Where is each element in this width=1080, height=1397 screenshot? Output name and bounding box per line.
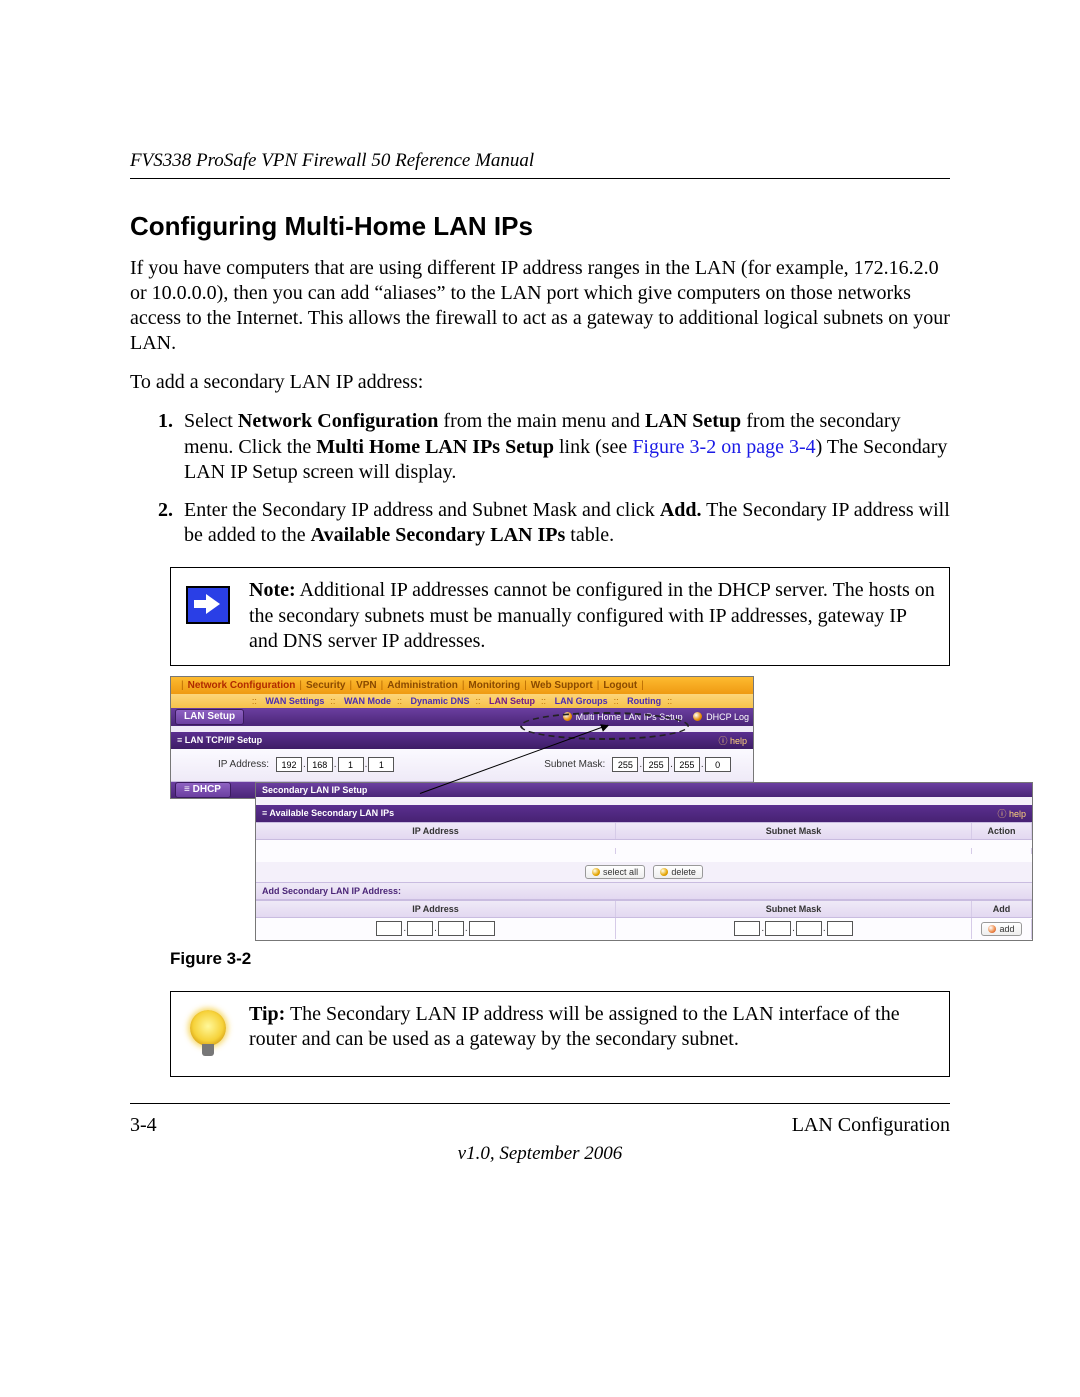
tab-lan-setup[interactable]: LAN Setup [175,709,244,725]
section-secondary-lan-ip: Secondary LAN IP Setup [256,783,1032,797]
help-link[interactable]: ⓘ help [718,734,747,747]
mask-octet-1[interactable] [612,757,638,772]
subnav-routing[interactable]: Routing [627,696,661,706]
lightbulb-icon [188,1010,228,1058]
lead-in: To add a secondary LAN IP address: [130,370,950,395]
intro-paragraph: If you have computers that are using dif… [130,256,950,356]
mask-octet-2[interactable] [643,757,669,772]
bullet-icon [693,712,702,721]
ip-octet-3[interactable] [338,757,364,772]
running-header: FVS338 ProSafe VPN Firewall 50 Reference… [130,150,950,179]
link-multi-home-lan-ips[interactable]: Multi Home LAN IPs Setup [576,712,683,722]
note-arrow-icon [186,586,230,624]
link-dhcp-log[interactable]: DHCP Log [706,712,749,722]
add-ip-octet[interactable] [376,921,402,936]
add-ip-octet[interactable] [469,921,495,936]
add-button[interactable]: add [981,922,1021,936]
col-subnet-mask: Subnet Mask [616,823,972,839]
col-ip-address: IP Address [256,823,616,839]
add-mask-octet[interactable] [827,921,853,936]
page-number: 3-4 [130,1114,157,1137]
table-row [256,840,1032,862]
ip-octet-2[interactable] [307,757,333,772]
figure-3-2: | Network Configuration| Security| VPN| … [170,676,950,941]
col-subnet-mask: Subnet Mask [616,901,972,917]
add-mask-octet[interactable] [765,921,791,936]
figure-xref[interactable]: Figure 3-2 on page 3-4 [632,436,815,458]
subnav-lan-setup[interactable]: LAN Setup [489,696,535,706]
nav-logout[interactable]: Logout [603,680,637,691]
nav-network-configuration[interactable]: Network Configuration [188,680,296,691]
section-heading: Configuring Multi-Home LAN IPs [130,211,950,242]
nav-web-support[interactable]: Web Support [531,680,593,691]
bullet-icon [563,712,572,721]
delete-button[interactable]: delete [653,865,703,879]
col-action: Action [972,823,1032,839]
section-available-secondary: ≡ Available Secondary LAN IPs [262,808,394,818]
subnav-dynamic-dns[interactable]: Dynamic DNS [410,696,469,706]
running-footer-right: LAN Configuration [792,1114,950,1137]
add-ip-octet[interactable] [438,921,464,936]
col-ip-address: IP Address [256,901,616,917]
nav-monitoring[interactable]: Monitoring [468,680,520,691]
main-nav: | Network Configuration| Security| VPN| … [171,677,753,694]
tip-callout: Tip: The Secondary LAN IP address will b… [170,991,950,1077]
section-lan-tcpip-title: ≡ LAN TCP/IP Setup [177,735,262,745]
step-2: Enter the Secondary IP address and Subne… [178,498,950,549]
add-ip-octet[interactable] [407,921,433,936]
ip-octet-1[interactable] [276,757,302,772]
step-1: Select Network Configuration from the ma… [178,409,950,486]
subnav-wan-mode[interactable]: WAN Mode [344,696,391,706]
nav-security[interactable]: Security [306,680,345,691]
mask-octet-3[interactable] [674,757,700,772]
add-mask-octet[interactable] [734,921,760,936]
subnav-lan-groups[interactable]: LAN Groups [555,696,608,706]
doc-version: v1.0, September 2006 [130,1143,950,1165]
help-link[interactable]: ⓘ help [997,807,1026,820]
nav-administration[interactable]: Administration [387,680,458,691]
add-mask-octet[interactable] [796,921,822,936]
select-all-button[interactable]: select all [585,865,645,879]
nav-vpn[interactable]: VPN [356,680,377,691]
col-add: Add [972,901,1032,917]
add-secondary-label: Add Secondary LAN IP Address: [256,882,1032,900]
ip-address-label: IP Address: [179,759,275,770]
subnav-wan-settings[interactable]: WAN Settings [265,696,324,706]
mask-octet-4[interactable] [705,757,731,772]
note-callout: Note: Additional IP addresses cannot be … [170,567,950,666]
tab-dhcp[interactable]: ≡ DHCP [175,782,231,798]
ip-octet-4[interactable] [368,757,394,772]
figure-caption: Figure 3-2 [170,949,950,969]
sub-nav: :: WAN Settings:: WAN Mode:: Dynamic DNS… [171,694,753,708]
subnet-mask-label: Subnet Mask: [515,759,611,770]
